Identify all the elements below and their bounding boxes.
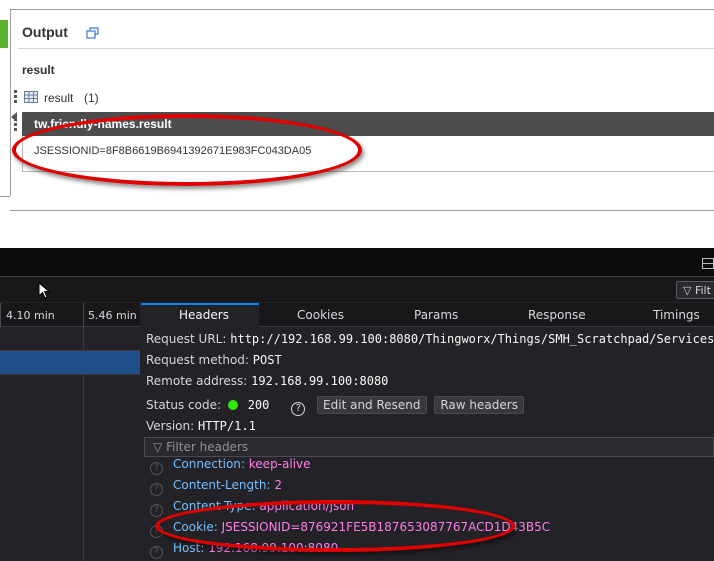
waterfall-header: 4.10 min 5.46 min [0, 303, 140, 327]
help-icon[interactable]: ? [150, 462, 163, 475]
help-icon[interactable]: ? [150, 504, 163, 517]
table-column-header[interactable]: tw.friendly-names.result [22, 112, 714, 136]
request-method-row: Request method: POST [146, 353, 282, 367]
dock-icon[interactable] [702, 258, 714, 269]
selection-indicator [0, 20, 8, 48]
request-method-value[interactable]: POST [253, 353, 282, 367]
help-icon[interactable]: ? [150, 483, 163, 496]
popout-icon[interactable] [86, 27, 99, 39]
help-icon[interactable]: ? [150, 525, 163, 538]
tab-headers-active[interactable]: Headers [179, 308, 229, 322]
header-item[interactable]: ? Content-Length: 2 [150, 478, 282, 496]
result-item-label[interactable]: result [44, 91, 73, 105]
filter-headers-input[interactable]: ▽ Filter headers [144, 437, 714, 457]
top-divider [10, 9, 714, 10]
collapse-arrow-icon[interactable] [11, 112, 17, 122]
request-url-row: Request URL: http://192.168.99.100:8080/… [146, 332, 714, 346]
status-code-row: Status code: 200 ? Edit and Resend Raw h… [146, 396, 528, 416]
version-row: Version: HTTP/1.1 [146, 419, 256, 433]
raw-headers-button[interactable]: Raw headers [434, 396, 524, 414]
table-cell-jsessionid[interactable]: JSESSIONID=8F8B6619B6941392671E983FC043D… [34, 145, 311, 157]
version-value[interactable]: HTTP/1.1 [198, 419, 256, 433]
result-heading: result [22, 63, 55, 77]
selected-request-row[interactable] [0, 351, 140, 374]
mouse-cursor-icon [38, 282, 51, 299]
infotable-icon [24, 91, 38, 103]
filter-icon: ▽ [683, 284, 692, 297]
tab-cookies[interactable]: Cookies [297, 308, 344, 322]
panel-left-border [10, 10, 11, 196]
remote-address-row: Remote address: 192.168.99.100:8080 [146, 374, 389, 388]
filter-icon: ▽ [153, 440, 163, 454]
request-url-value[interactable]: http://192.168.99.100:8080/Thingworx/Thi… [230, 332, 714, 346]
tab-timings[interactable]: Timings [653, 308, 700, 322]
filter-urls-button[interactable]: ▽ Filt [676, 281, 714, 299]
output-header-divider [18, 48, 714, 49]
tab-response[interactable]: Response [528, 308, 586, 322]
drag-handle-icon[interactable] [14, 90, 17, 105]
waterfall-tick: 5.46 min [88, 309, 137, 322]
output-title: Output [22, 24, 68, 40]
waterfall-tick: 4.10 min [6, 309, 55, 322]
header-item[interactable]: ? Connection: keep-alive [150, 457, 311, 475]
devtools-toolbar [0, 248, 714, 276]
remote-address-value[interactable]: 192.168.99.100:8080 [251, 374, 388, 388]
status-code-value[interactable]: 200 [248, 398, 270, 412]
output-panel: Output result result (1) tw.friendly-nam… [0, 0, 714, 245]
devtools-panel: ▽ Filt 4.10 min 5.46 min Headers Cookies… [0, 248, 714, 561]
help-icon[interactable]: ? [150, 546, 163, 559]
status-ok-icon [227, 400, 238, 410]
active-tab-indicator [141, 303, 259, 305]
bottom-corner-rule [0, 196, 10, 197]
edit-and-resend-button[interactable]: Edit and Resend [317, 396, 427, 414]
bottom-divider [10, 210, 714, 211]
tab-params[interactable]: Params [414, 308, 458, 322]
network-toolbar [0, 276, 714, 302]
header-item[interactable]: ? Content-Type: application/json [150, 499, 354, 517]
help-icon[interactable]: ? [291, 402, 306, 416]
header-item-cookie[interactable]: ? Cookie: JSESSIONID=876921FE5B1876530877… [150, 520, 550, 538]
header-item[interactable]: ? Host: 192.168.99.100:8080 [150, 541, 338, 559]
result-item-count: (1) [84, 91, 99, 105]
